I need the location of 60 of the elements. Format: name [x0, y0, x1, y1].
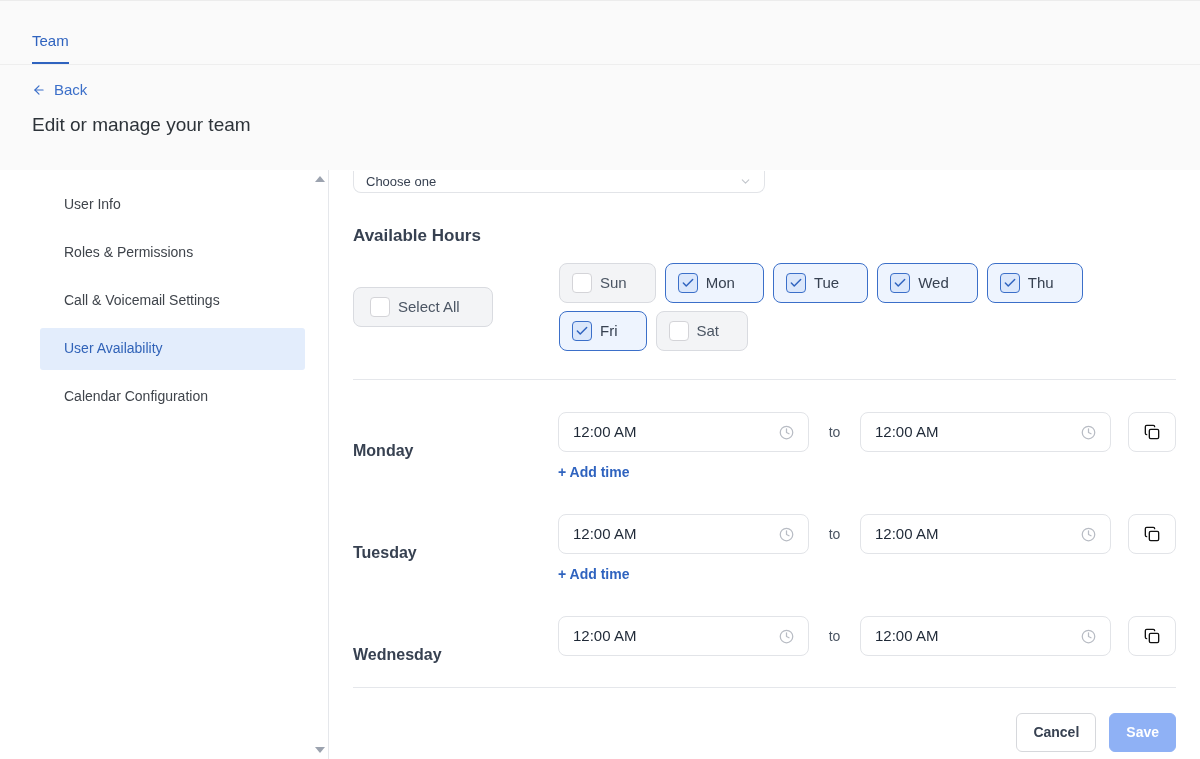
tab[interactable]: Team	[32, 30, 69, 64]
time-field[interactable]: 12:00 AM	[558, 514, 809, 554]
day-toggle[interactable]: Wed	[877, 263, 978, 303]
checked-checkbox[interactable]	[785, 273, 806, 293]
sidebar-item[interactable]: Calendar Configuration	[40, 375, 305, 418]
range-separator: to	[827, 626, 842, 646]
time-field[interactable]: 12:00 AM	[860, 616, 1111, 656]
sidebar-item[interactable]: Call & Voicemail Settings	[40, 279, 305, 322]
checkbox[interactable]	[668, 321, 689, 341]
checkmark-icon	[788, 276, 803, 290]
checkmark-icon	[1002, 276, 1017, 290]
clock-icon	[779, 424, 794, 440]
scroll-down-icon	[315, 747, 325, 753]
clock-icon	[779, 628, 794, 644]
copy-button[interactable]	[1128, 514, 1176, 554]
time-field[interactable]: 12:00 AM	[558, 616, 809, 656]
page-title: Edit or manage your team	[32, 113, 252, 137]
checkmark-icon	[893, 276, 908, 290]
checked-checkbox[interactable]	[890, 273, 911, 293]
checkmark-icon	[575, 324, 589, 338]
day-toggle[interactable]: Fri	[559, 311, 647, 351]
section-heading: Available Hours	[353, 224, 482, 247]
day-toggle[interactable]: Tue	[772, 263, 869, 303]
time-field[interactable]: 12:00 AM	[860, 514, 1111, 554]
day-label: Wednesday	[353, 646, 442, 663]
select-all-toggle[interactable]: Select All	[353, 287, 493, 327]
range-separator: to	[827, 524, 842, 544]
add-time-link[interactable]: + Add time	[558, 462, 630, 483]
checked-checkbox[interactable]	[677, 273, 698, 293]
copy-button[interactable]	[1128, 412, 1176, 452]
clock-icon	[1081, 526, 1096, 542]
checkmark-icon	[680, 276, 695, 290]
copy-icon	[1144, 424, 1160, 440]
sidebar-item[interactable]: Roles & Permissions	[40, 231, 305, 274]
clock-icon	[1081, 628, 1096, 644]
role-dropdown[interactable]: Choose one	[353, 170, 765, 193]
day-toggle[interactable]: Mon	[664, 263, 764, 303]
checked-checkbox[interactable]	[999, 273, 1020, 293]
clock-icon	[779, 526, 794, 542]
day-label: Monday	[353, 442, 414, 459]
add-time-link[interactable]: + Add time	[558, 564, 630, 585]
clock-icon	[1081, 424, 1096, 440]
copy-icon	[1144, 526, 1160, 542]
time-field[interactable]: 12:00 AM	[860, 412, 1111, 452]
sidebar-item[interactable]: User Info	[40, 183, 305, 226]
day-toggle[interactable]: Thu	[986, 263, 1083, 303]
time-field[interactable]: 12:00 AM	[558, 412, 809, 452]
day-toggle[interactable]: Sun	[559, 263, 656, 303]
cancel-button[interactable]: Cancel	[1016, 712, 1097, 752]
checkbox[interactable]	[572, 273, 592, 293]
scroll-up-icon	[315, 175, 325, 182]
day-toggle[interactable]: Sat	[655, 311, 748, 351]
copy-button[interactable]	[1128, 616, 1176, 656]
copy-icon	[1144, 628, 1160, 644]
sidebar-item[interactable]: User Availability	[40, 327, 305, 370]
day-label: Tuesday	[353, 544, 417, 561]
range-separator: to	[827, 422, 842, 442]
checked-checkbox[interactable]	[572, 321, 592, 341]
checkbox[interactable]	[370, 297, 390, 317]
back-link[interactable]: Back	[32, 78, 88, 101]
